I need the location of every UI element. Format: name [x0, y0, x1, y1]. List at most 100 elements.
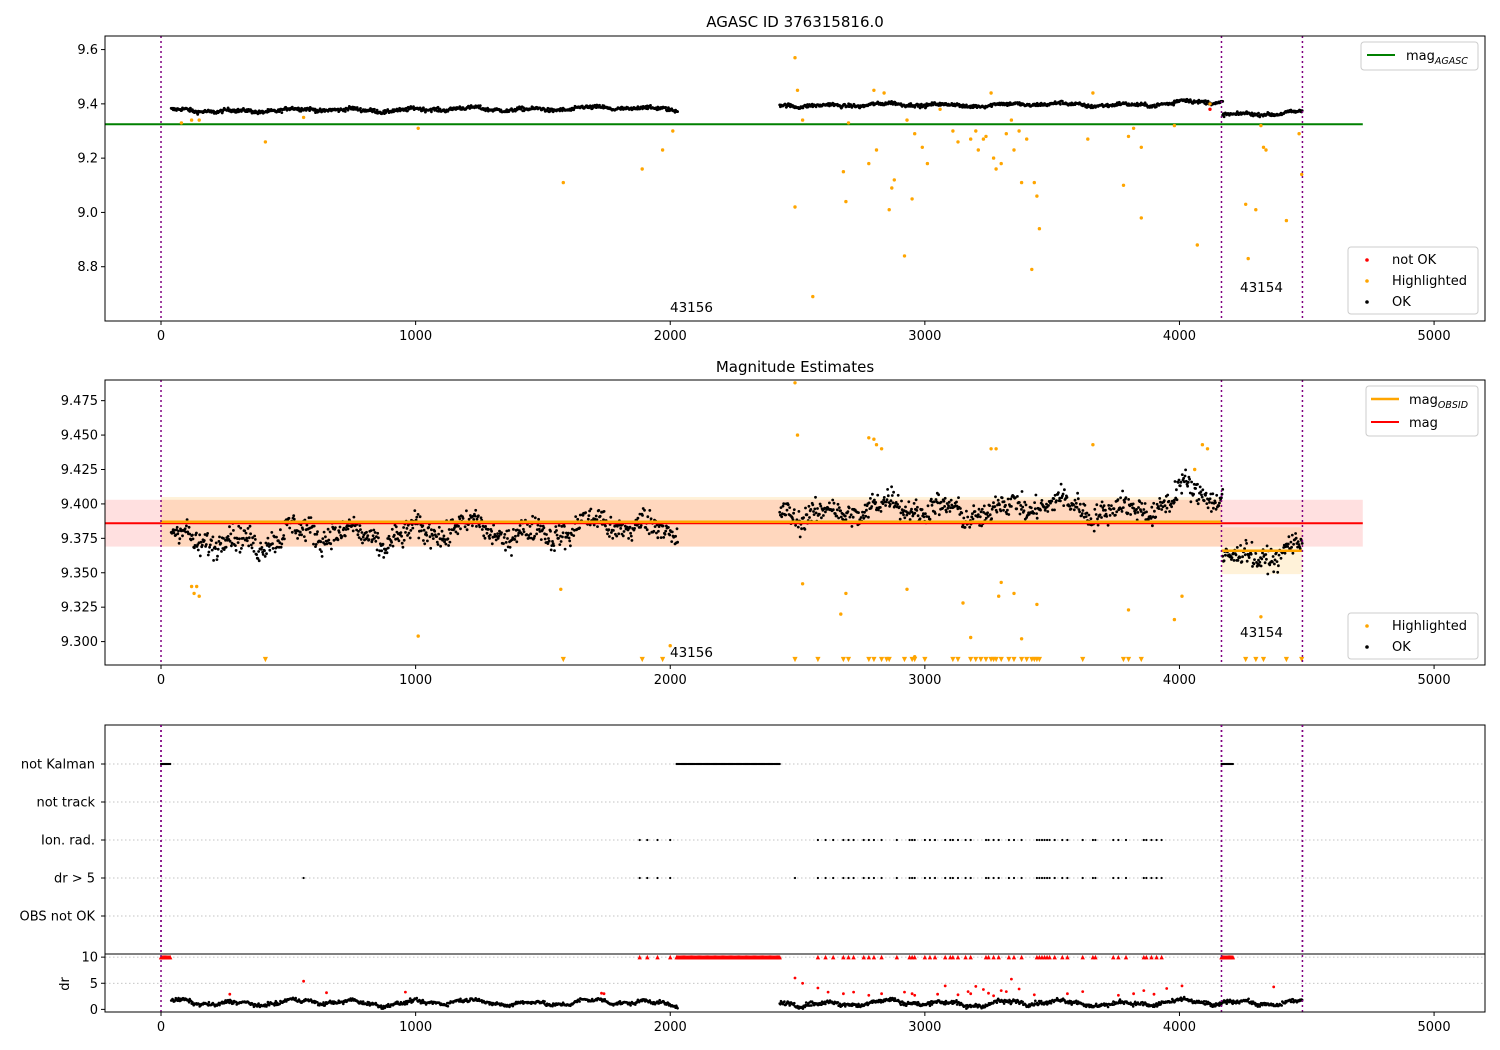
flag-category-label: not Kalman	[21, 758, 95, 773]
ok-point	[183, 527, 187, 531]
ok-point	[208, 545, 212, 549]
highlighted-point	[197, 118, 201, 122]
highlighted-point	[997, 594, 1001, 598]
ok-point	[271, 547, 275, 550]
ok-point	[1238, 556, 1242, 559]
ok-point	[1137, 506, 1140, 509]
legend-label-mag-agasc-sub: AGASC	[1434, 56, 1468, 67]
ok-point	[978, 515, 982, 519]
ok-point	[1184, 468, 1187, 472]
ok-point	[236, 541, 240, 544]
ok-point	[802, 516, 805, 519]
ok-point	[1296, 540, 1300, 543]
y-tick-label: 9.325	[61, 601, 98, 616]
ok-point	[435, 535, 439, 538]
y-tick-label: 9.0	[77, 206, 98, 221]
flag-point	[1117, 838, 1120, 842]
ok-point	[1208, 501, 1211, 504]
ok-point	[208, 543, 212, 547]
flag-point	[1155, 876, 1158, 880]
ok-point	[382, 556, 386, 559]
ok-point	[204, 543, 208, 546]
ok-point	[882, 496, 886, 499]
ok-point	[1108, 514, 1112, 517]
ok-point	[413, 509, 417, 512]
ok-point	[820, 516, 823, 520]
ok-point	[404, 531, 407, 534]
ok-point	[191, 537, 195, 541]
highlighted-point	[874, 148, 879, 152]
ok-point	[994, 495, 997, 499]
y-tick-label: 8.8	[77, 260, 98, 275]
ok-point	[401, 545, 405, 549]
ok-point	[636, 516, 640, 520]
dr-point	[1002, 1002, 1006, 1005]
ok-point	[330, 547, 333, 551]
ok-point	[436, 543, 440, 546]
ok-point	[990, 517, 993, 521]
ok-point	[1059, 482, 1063, 486]
ok-point	[851, 515, 855, 519]
flag-point	[992, 876, 995, 880]
highlighted-point	[1264, 148, 1268, 152]
ok-point	[279, 545, 283, 549]
flag-point	[1066, 876, 1069, 880]
y-tick-label: 9.400	[61, 497, 98, 512]
ok-point	[210, 539, 214, 542]
ok-point	[1273, 562, 1276, 566]
ok-point	[1010, 505, 1013, 508]
highlighted-point	[1131, 126, 1136, 130]
ok-point	[781, 504, 785, 508]
ok-point	[1022, 509, 1026, 513]
ok-point	[837, 506, 841, 509]
highlighted-point	[793, 381, 797, 385]
ok-point	[1206, 506, 1210, 510]
flag-point	[908, 838, 911, 842]
flag-point	[949, 838, 952, 842]
flag-point	[872, 876, 876, 880]
ok-point	[957, 496, 960, 499]
ok-point	[1266, 572, 1270, 576]
ok-point	[238, 537, 241, 541]
ok-point	[431, 537, 435, 540]
flag-point	[923, 838, 927, 842]
flag-point	[964, 876, 967, 880]
ok-point	[898, 517, 902, 521]
ok-point	[427, 526, 431, 529]
ok-point	[429, 546, 433, 550]
ok-point	[539, 524, 542, 528]
ok-point	[937, 493, 940, 497]
y-tick-label: 9.450	[61, 429, 98, 444]
ok-point	[308, 531, 312, 534]
ok-point	[1105, 515, 1109, 518]
ok-point	[1115, 510, 1119, 514]
ok-point	[947, 500, 951, 504]
flag-point	[1035, 838, 1038, 842]
legend-mag-lines: magOBSID mag	[1365, 385, 1479, 437]
dr-point	[658, 998, 661, 1002]
ok-point	[794, 523, 797, 527]
dr-point	[459, 997, 462, 1001]
ok-point	[1072, 508, 1076, 512]
ok-point	[503, 533, 507, 536]
ok-point	[656, 536, 660, 540]
ok-point	[515, 540, 519, 544]
flag-point	[1145, 876, 1148, 880]
flag-point	[951, 838, 955, 842]
ok-point	[1095, 503, 1099, 507]
dr-point	[415, 996, 419, 1000]
ok-point	[963, 526, 967, 529]
flag-point	[928, 876, 932, 880]
figure: AGASC ID 376315816.0 0 1000 2000 3000 4000 50…	[0, 0, 1500, 1050]
ok-point	[459, 527, 462, 531]
legend-marker-highlighted	[1365, 624, 1369, 628]
ok-point	[1253, 558, 1256, 561]
y-tick-label: 9.425	[61, 463, 98, 478]
ok-point	[435, 540, 439, 544]
not-ok-point	[1208, 107, 1212, 112]
ok-point	[1002, 508, 1005, 512]
ok-point	[1260, 557, 1264, 561]
ok-point	[351, 529, 355, 533]
flag-point	[852, 838, 855, 842]
flag-point	[1124, 876, 1128, 880]
